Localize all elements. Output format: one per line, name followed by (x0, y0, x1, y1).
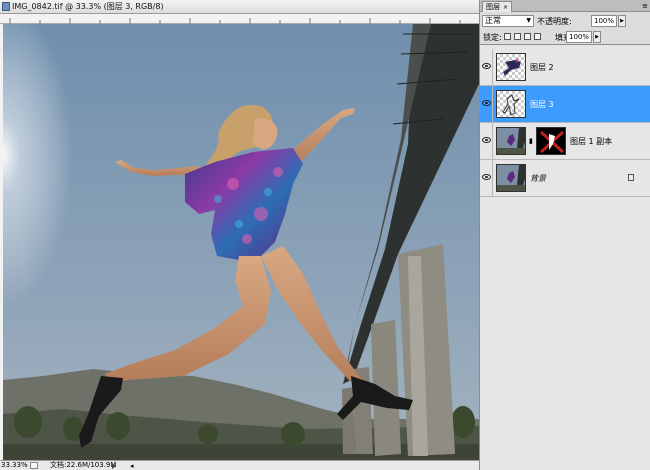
opacity-label: 不透明度: (537, 17, 572, 26)
status-bar: 33.33% 文档:22.6M/103.9M ◂ (0, 460, 479, 470)
document-size-info[interactable]: 文档:22.6M/103.9M (50, 461, 116, 470)
panel-tab-bar: 图层 × ≡ (480, 0, 650, 12)
scroll-left-arrow-icon[interactable]: ◂ (130, 462, 134, 470)
layer-row[interactable]: ▮ 图层 1 副本 (480, 123, 650, 160)
mask-icon (539, 130, 565, 154)
layer-thumbnail (496, 164, 526, 192)
opacity-slider-button[interactable]: ▶ (618, 15, 626, 27)
blend-options-row: 正常 ▼ 不透明度: 100% ▶ (480, 13, 650, 29)
document-icon (2, 2, 10, 11)
figure-outline-icon (502, 94, 520, 116)
status-bar-button[interactable] (30, 462, 38, 469)
lock-options-row: 锁定: 填充: 100% ▶ (480, 29, 650, 45)
lock-icon (628, 174, 634, 181)
lock-label: 锁定: (483, 33, 502, 42)
lock-brush-icon[interactable] (514, 33, 521, 40)
ruler-ticks (9, 18, 461, 24)
horizontal-ruler[interactable] (0, 14, 479, 24)
eye-icon (482, 174, 491, 180)
document-title: IMG_0842.tif @ 33.3% (图层 3, RGB/8) (12, 2, 164, 11)
eye-icon (482, 137, 491, 143)
eye-icon (482, 100, 491, 106)
photo-thumbnail-icon (497, 165, 525, 191)
visibility-toggle[interactable] (480, 49, 493, 85)
visibility-toggle[interactable] (480, 123, 493, 159)
layer-mask-thumbnail[interactable] (536, 127, 566, 155)
layer-name[interactable]: 背景 (530, 173, 546, 184)
visibility-toggle[interactable] (480, 86, 493, 122)
close-icon[interactable]: × (503, 4, 508, 11)
layer-thumbnail (496, 53, 526, 81)
zoom-level[interactable]: 33.33% (1, 461, 28, 470)
fill-field[interactable]: 100% (566, 31, 592, 43)
document-title-bar[interactable]: IMG_0842.tif @ 33.3% (图层 3, RGB/8) (0, 0, 479, 14)
photo (3, 24, 479, 460)
tab-layers-label: 图层 (486, 3, 500, 11)
dancer-silhouette-icon (503, 58, 521, 76)
lock-all-icon[interactable] (534, 33, 541, 40)
blend-mode-select[interactable]: 正常 ▼ (482, 15, 534, 27)
blend-mode-value: 正常 (485, 16, 501, 25)
visibility-toggle[interactable] (480, 160, 493, 196)
layer-thumbnail (496, 90, 526, 118)
panel-menu-icon[interactable]: ≡ (642, 2, 648, 10)
photo-thumbnail-icon (497, 128, 525, 154)
link-icon[interactable]: ▮ (529, 137, 533, 145)
layer-row-selected[interactable]: 图层 3 (480, 86, 650, 123)
status-menu-arrow-icon[interactable] (112, 463, 116, 469)
eye-icon (482, 63, 491, 69)
image-canvas[interactable] (3, 24, 479, 460)
layer-row[interactable]: 背景 (480, 160, 650, 197)
layer-thumbnail (496, 127, 526, 155)
layers-list: 图层 2 图层 3 ▮ 图层 1 副本 背景 (480, 44, 650, 470)
lock-transparency-icon[interactable] (504, 33, 511, 40)
chevron-down-icon: ▼ (526, 17, 531, 24)
document-window: IMG_0842.tif @ 33.3% (图层 3, RGB/8) 33.33… (0, 0, 479, 470)
lock-move-icon[interactable] (524, 33, 531, 40)
fill-slider-button[interactable]: ▶ (593, 31, 601, 43)
tab-layers[interactable]: 图层 × (482, 1, 513, 12)
layer-row[interactable]: 图层 2 (480, 49, 650, 86)
opacity-field[interactable]: 100% (591, 15, 617, 27)
layer-name[interactable]: 图层 2 (530, 62, 554, 73)
layers-panel: 图层× ≡ 正常 ▼ 不透明度: 100% ▶ 锁定: 填充: 100% ▶ (479, 0, 650, 470)
layer-name[interactable]: 图层 1 副本 (570, 136, 612, 147)
layer-name[interactable]: 图层 3 (530, 99, 554, 110)
